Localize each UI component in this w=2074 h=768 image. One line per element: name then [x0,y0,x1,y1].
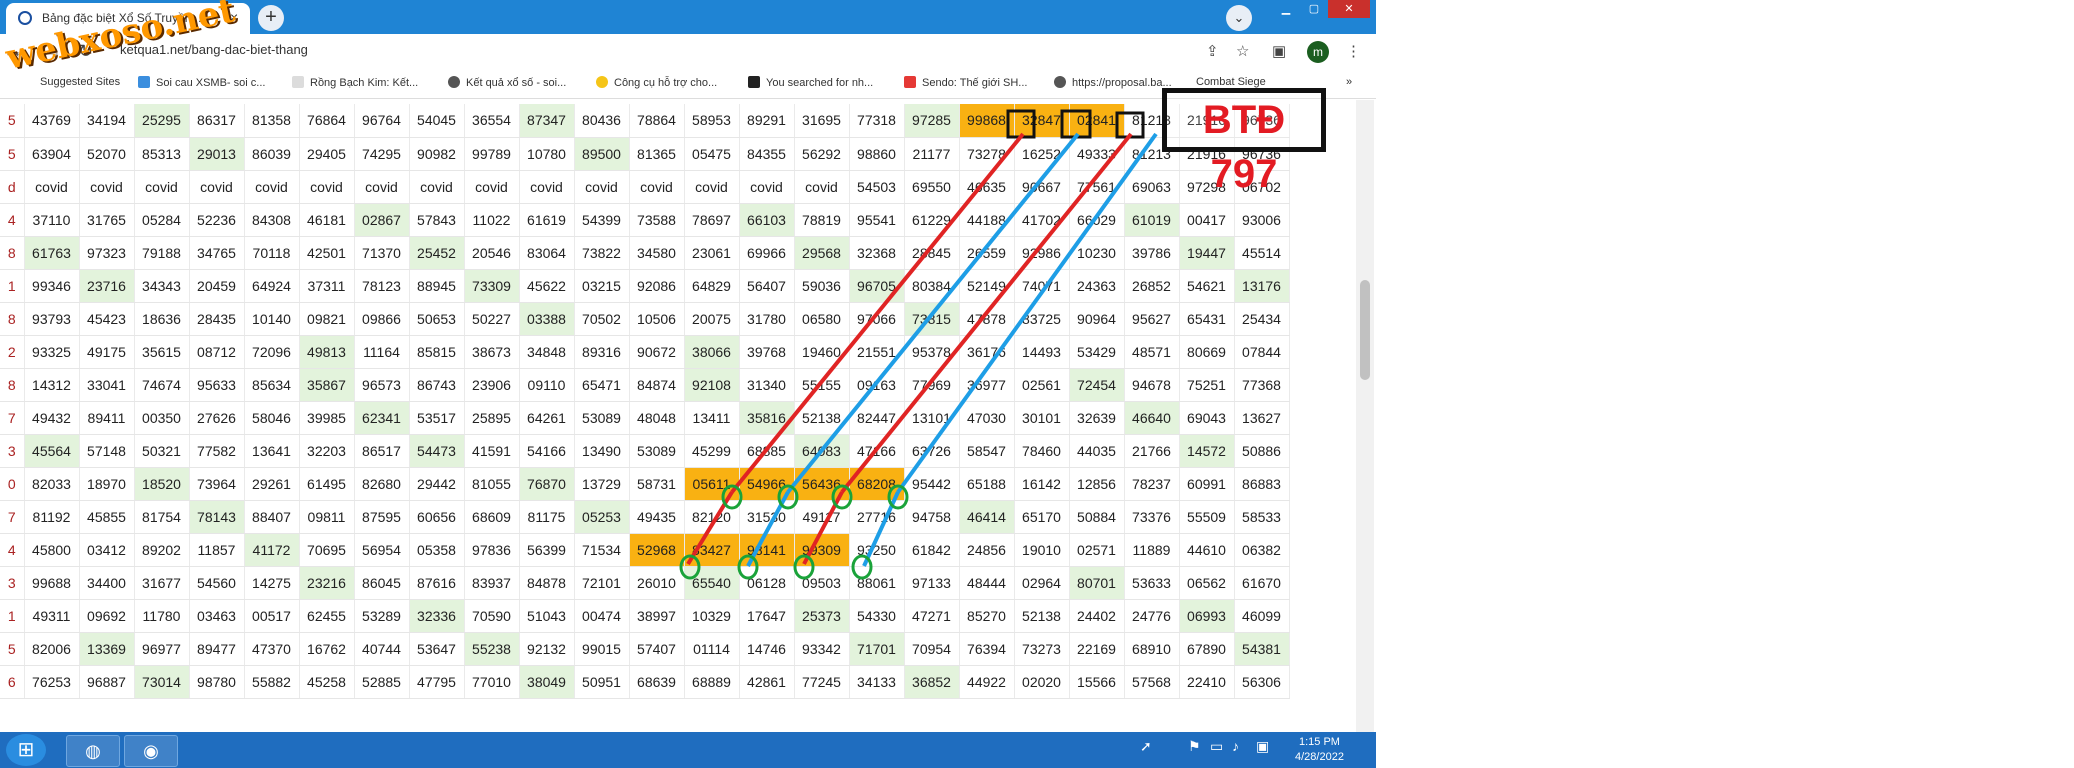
connector-line [862,491,900,567]
highlight-box [1006,109,1036,139]
taskbar: ⊞ ◍ ◉ ➚ ⚑ ▭ ♪ ▣ 1:15 PM 4/28/2022 [0,732,1376,768]
connector-line [730,132,1025,494]
tray-pointer-icon[interactable]: ➚ [1140,738,1152,755]
system-clock[interactable]: 1:15 PM 4/28/2022 [1295,735,1344,765]
connector-line [802,491,844,565]
tray-battery-icon[interactable]: ▭ [1210,738,1223,755]
clock-date: 4/28/2022 [1295,751,1344,763]
highlight-circle [851,554,873,580]
highlight-box [1060,109,1092,139]
connector-line [786,132,1080,494]
start-button[interactable]: ⊞ [6,734,46,766]
tray-app-icon[interactable]: ▣ [1256,738,1269,755]
screenshot: Bảng đặc biệt Xổ Số Truyền... × + ⌄ ▁ ▢ … [0,0,1376,768]
highlight-circle [793,554,815,580]
btd-annotation-box: BTĐ 797 [1162,88,1326,196]
clock-time: 1:15 PM [1298,736,1340,748]
taskbar-app-icon[interactable]: ◍ [66,735,120,767]
connector-line [840,132,1133,494]
highlight-circle [737,554,759,580]
tray-volume-icon[interactable]: ♪ [1232,738,1239,754]
tray-flag-icon[interactable]: ⚑ [1188,738,1201,755]
chrome-icon[interactable]: ◉ [124,735,178,767]
connector-line [896,132,1158,494]
